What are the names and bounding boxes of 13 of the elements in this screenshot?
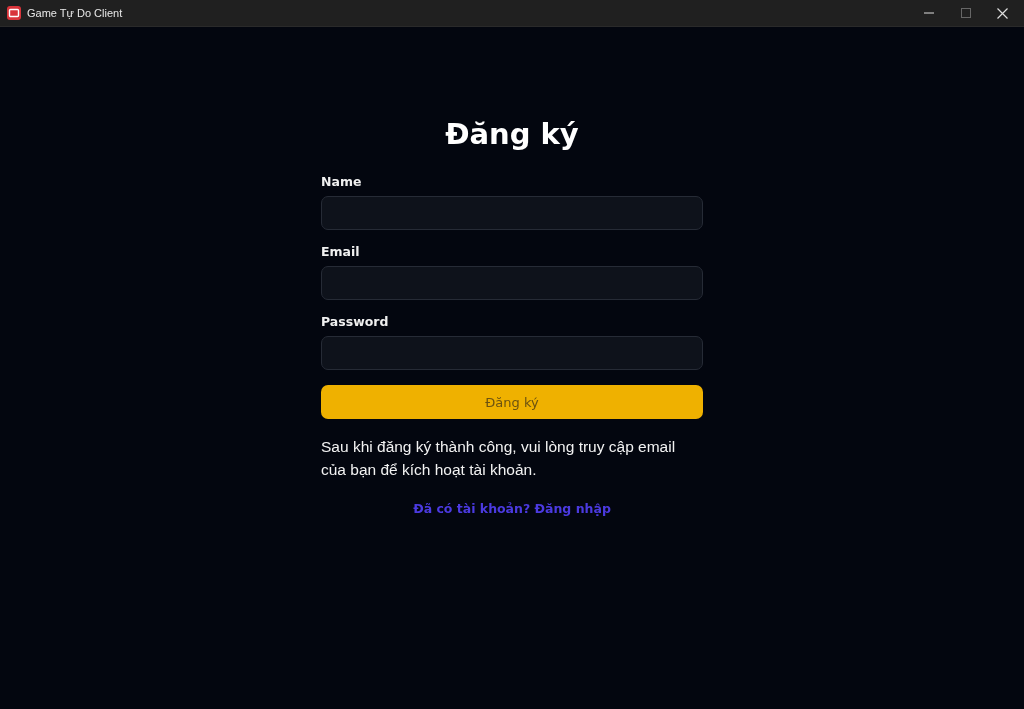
maximize-icon[interactable] — [961, 8, 971, 18]
window-title: Game Tự Do Client — [27, 7, 123, 19]
input-field[interactable] — [321, 196, 703, 230]
field-label: Email — [321, 244, 361, 260]
input-field[interactable] — [321, 266, 703, 300]
field-label: Name — [321, 174, 363, 190]
field-label: Password — [321, 314, 390, 330]
app-logo-icon — [7, 6, 21, 20]
close-icon[interactable] — [997, 7, 1008, 19]
page-title: Đăng ký — [444, 116, 580, 152]
info-text: Sau khi đăng ký thành công, vui lòng truy cập email của bạn để kích hoạt tài khoản. — [321, 437, 677, 480]
login-link[interactable]: Đã có tài khoản? Đăng nhập — [413, 501, 611, 516]
input-field[interactable] — [321, 336, 703, 370]
